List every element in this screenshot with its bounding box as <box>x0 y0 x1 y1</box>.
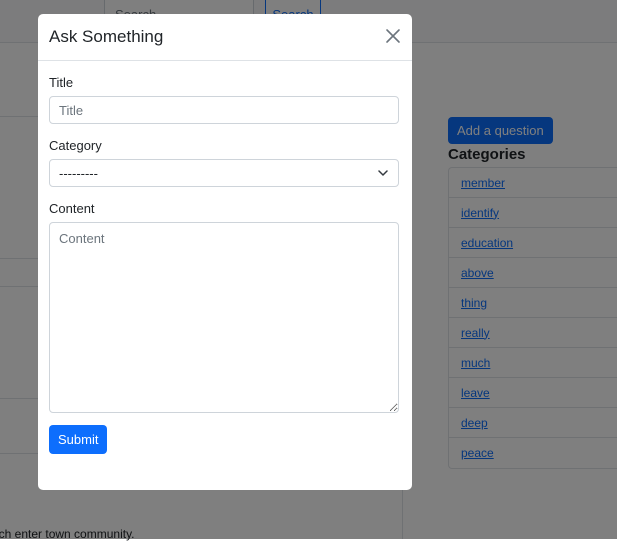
chevron-down-icon <box>378 170 388 176</box>
title-label: Title <box>49 75 74 90</box>
modal-title: Ask Something <box>49 27 164 46</box>
content-textarea[interactable] <box>49 222 399 413</box>
modal-body: Title Category --------- Content Submit <box>38 61 412 454</box>
close-icon <box>386 29 400 43</box>
content-label: Content <box>49 201 95 216</box>
modal-header: Ask Something <box>38 14 412 61</box>
category-selected-value: --------- <box>59 165 98 181</box>
category-select[interactable]: --------- <box>49 159 399 187</box>
submit-button[interactable]: Submit <box>49 425 108 454</box>
title-input[interactable] <box>49 96 399 124</box>
close-button[interactable] <box>384 27 402 45</box>
category-label: Category <box>49 138 102 153</box>
ask-question-modal: Ask Something Title Category --------- C… <box>38 14 412 490</box>
